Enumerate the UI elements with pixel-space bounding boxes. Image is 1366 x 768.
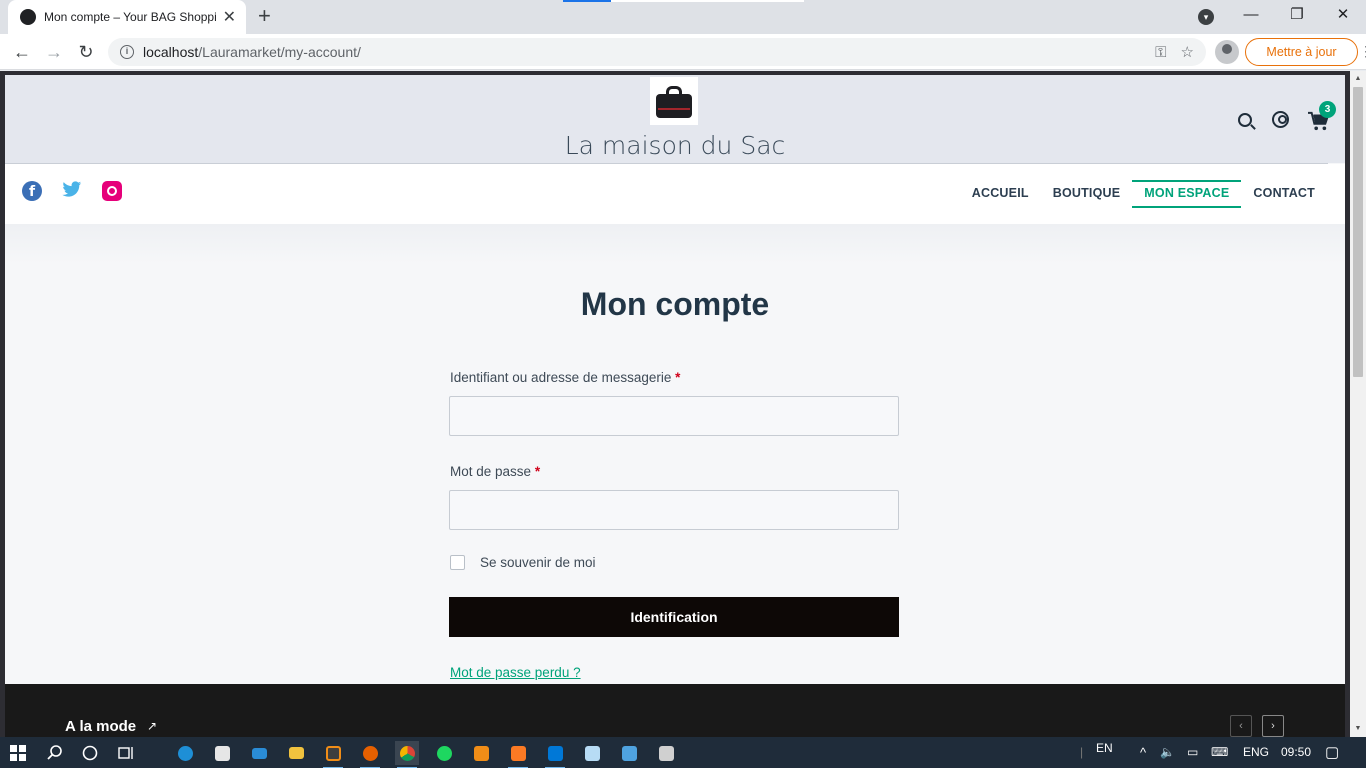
reload-icon[interactable]: ↻ — [74, 40, 98, 64]
site-logo[interactable] — [650, 77, 698, 125]
username-label: Identifiant ou adresse de messagerie * — [450, 370, 680, 385]
language-indicator[interactable]: EN — [1096, 733, 1113, 764]
carousel-prev-icon[interactable]: ‹ — [1230, 715, 1252, 737]
web-page: La maison du Sac 3 f ACCUEIL BOUTIQUE MO… — [0, 71, 1350, 737]
search-icon[interactable] — [1238, 113, 1252, 127]
tab-title: Mon compte – Your BAG Shoppin — [44, 10, 217, 24]
vscode-icon[interactable] — [543, 741, 567, 768]
browser-tab[interactable]: Mon compte – Your BAG Shoppin ✕ — [8, 0, 246, 34]
scroll-down-icon[interactable]: ▼ — [1354, 725, 1362, 733]
task-view-icon[interactable] — [114, 741, 138, 765]
menu-kebab-icon[interactable]: ⋮ — [1359, 44, 1366, 58]
trending-arrow-icon: ↗ — [147, 719, 158, 733]
tab-search-icon[interactable]: ▾ — [1198, 9, 1214, 25]
site-favicon-icon — [20, 9, 36, 25]
mail-icon[interactable] — [247, 741, 271, 765]
remember-me-checkbox[interactable] — [450, 555, 465, 570]
bag-logo-icon — [654, 84, 694, 118]
url-host: localhost — [143, 44, 199, 60]
address-bar[interactable]: i localhost/Lauramarket/my-account/ ⚿ ☆ — [108, 38, 1206, 66]
footer-trending: A la mode ↗ ‹ › — [5, 684, 1345, 737]
close-window-icon[interactable]: ✕ — [1328, 4, 1358, 26]
profile-avatar-icon[interactable] — [1215, 40, 1239, 64]
vertical-scrollbar[interactable]: ▲ ▼ — [1350, 71, 1366, 737]
nav-mon-espace[interactable]: MON ESPACE — [1132, 180, 1242, 208]
required-mark: * — [534, 464, 541, 479]
trending-title: A la mode — [65, 718, 137, 735]
show-hidden-icons-icon[interactable]: ^ — [1140, 737, 1146, 768]
nav-boutique[interactable]: BOUTIQUE — [1041, 180, 1133, 208]
login-button[interactable]: Identification — [449, 597, 899, 637]
password-field[interactable] — [449, 490, 899, 530]
action-center-icon[interactable]: ▢ — [1325, 737, 1339, 768]
twitter-icon[interactable] — [62, 181, 82, 201]
chrome-icon[interactable] — [395, 741, 419, 768]
scrollbar-thumb[interactable] — [1353, 87, 1363, 377]
url-text[interactable]: localhost/Lauramarket/my-account/ — [143, 44, 1141, 60]
cortana-icon[interactable] — [78, 741, 102, 765]
bookmark-star-icon[interactable]: ☆ — [1181, 43, 1194, 61]
password-label-text: Mot de passe — [450, 464, 532, 479]
calculator-icon[interactable] — [654, 741, 678, 765]
facebook-icon[interactable]: f — [22, 181, 42, 201]
windows-start-icon[interactable] — [6, 741, 30, 765]
remember-me-row[interactable]: Se souvenir de moi — [450, 555, 596, 570]
primary-menu: ACCUEIL BOUTIQUE MON ESPACE CONTACT — [960, 180, 1327, 208]
lost-password-link[interactable]: Mot de passe perdu ? — [450, 665, 581, 680]
required-mark: * — [675, 370, 681, 385]
main-navbar: f ACCUEIL BOUTIQUE MON ESPACE CONTACT — [5, 164, 1345, 224]
windows-taskbar: | EN ^ 🔈 ▭ ⌨ ENG 09:50 ▢ — [0, 737, 1366, 768]
nav-accueil[interactable]: ACCUEIL — [960, 180, 1041, 208]
minimize-icon[interactable]: — — [1236, 4, 1266, 26]
nav-contact[interactable]: CONTACT — [1241, 180, 1327, 208]
search-taskbar-icon[interactable] — [43, 741, 67, 765]
tray-separator: | — [1080, 745, 1084, 759]
remember-me-label[interactable]: Se souvenir de moi — [480, 555, 596, 570]
password-key-icon[interactable]: ⚿ — [1155, 44, 1166, 61]
page-content: La maison du Sac 3 f ACCUEIL BOUTIQUE MO… — [5, 75, 1345, 737]
spotify-icon[interactable] — [432, 741, 456, 765]
cart-count-badge: 3 — [1319, 101, 1336, 118]
loading-indicator — [563, 0, 611, 2]
store-icon[interactable] — [210, 741, 234, 765]
scroll-up-icon[interactable]: ▲ — [1354, 75, 1362, 83]
site-header: La maison du Sac 3 — [5, 75, 1345, 163]
notepad-icon[interactable] — [580, 741, 604, 765]
firefox-icon[interactable] — [358, 741, 382, 768]
username-field[interactable] — [449, 396, 899, 436]
battery-icon[interactable]: ▭ — [1187, 737, 1198, 768]
browser-toolbar: ← → ↻ i localhost/Lauramarket/my-account… — [0, 34, 1366, 70]
account-content: Mon compte Identifiant ou adresse de mes… — [5, 224, 1345, 684]
site-info-icon[interactable]: i — [120, 45, 134, 59]
xampp-icon[interactable] — [506, 741, 530, 768]
restore-icon[interactable]: ❐ — [1282, 4, 1312, 26]
edge-icon[interactable] — [173, 741, 197, 765]
clock-time[interactable]: 09:50 — [1281, 737, 1311, 768]
password-label: Mot de passe * — [450, 464, 540, 479]
git-tool-icon[interactable] — [469, 741, 493, 765]
account-icon[interactable] — [1272, 111, 1289, 128]
browser-tab-strip: Mon compte – Your BAG Shoppin ✕ + ▾ — ❐ … — [0, 0, 1366, 34]
keyboard-icon[interactable]: ⌨ — [1211, 737, 1228, 768]
url-path: /Lauramarket/my-account/ — [198, 44, 361, 60]
site-title[interactable]: La maison du Sac — [5, 131, 1345, 160]
page-title: Mon compte — [580, 286, 770, 322]
forward-icon[interactable]: → — [42, 40, 66, 64]
back-icon[interactable]: ← — [10, 40, 34, 64]
new-tab-icon[interactable]: + — [258, 5, 271, 27]
username-label-text: Identifiant ou adresse de messagerie — [450, 370, 672, 385]
carousel-next-icon[interactable]: › — [1262, 715, 1284, 737]
close-tab-icon[interactable]: ✕ — [223, 7, 236, 27]
control-panel-icon[interactable] — [617, 741, 641, 765]
file-explorer-icon[interactable] — [284, 741, 308, 765]
volume-icon[interactable]: 🔈 — [1160, 737, 1175, 768]
loading-indicator-track — [611, 0, 804, 2]
input-language[interactable]: ENG — [1243, 737, 1269, 768]
update-button[interactable]: Mettre à jour — [1245, 38, 1358, 66]
sublime-text-icon[interactable] — [321, 741, 345, 768]
instagram-icon[interactable] — [102, 181, 122, 201]
